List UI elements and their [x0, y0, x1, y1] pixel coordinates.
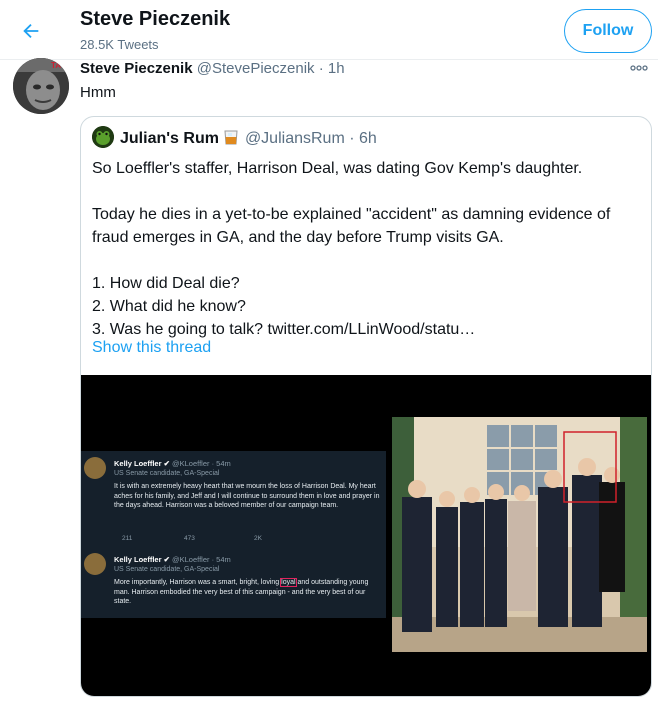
more-button[interactable] [628, 58, 650, 78]
embedded-avatar [84, 553, 106, 575]
tweet-header: Steve Pieczenik @StevePieczenik · 1h [80, 60, 345, 77]
avatar[interactable]: TA [13, 58, 69, 114]
reply-count: 211 [122, 535, 133, 542]
profile-header: Steve Pieczenik 28.5K Tweets Follow [0, 0, 658, 60]
verified-icon: ✔ [163, 555, 170, 564]
whisky-glass-icon [224, 130, 238, 145]
author-meta[interactable]: @StevePieczenik · 1h [197, 60, 345, 77]
embedded-avatar [84, 457, 106, 479]
embedded-tag: US Senate candidate, GA-Special [114, 470, 220, 477]
author-name[interactable]: Steve Pieczenik [80, 60, 193, 77]
quote-line: So Loeffler's staffer, Harrison Deal, wa… [92, 160, 583, 177]
embedded-handle: @KLoeffler · 54m [172, 555, 231, 564]
quote-author-name[interactable]: Julian's Rum [120, 130, 219, 147]
highlighted-word: loyal [280, 578, 297, 587]
quote-line: 1. How did Deal die? [92, 275, 240, 292]
embedded-text: More importantly, Harrison was a smart, … [114, 578, 382, 607]
embedded-author-name: Kelly Loeffler [114, 555, 162, 564]
embedded-tweets-screenshot: Kelly Loeffler ✔ @KLoeffler · 54m US Sen… [81, 451, 386, 618]
show-thread-link[interactable]: Show this thread [92, 339, 211, 357]
quote-header: Julian's Rum @JuliansRum · 6h [120, 129, 377, 148]
embedded-author: Kelly Loeffler ✔ @KLoeffler · 54m [114, 459, 231, 468]
embedded-tag: US Senate candidate, GA-Special [114, 566, 220, 573]
svg-text:TA: TA [51, 61, 61, 70]
like-count: 2K [254, 535, 262, 542]
quoted-tweet[interactable]: Julian's Rum @JuliansRum · 6h So Loeffle… [80, 116, 652, 697]
avatar-image: TA [13, 58, 69, 114]
quote-line: 3. Was he going to talk? twitter.com/LLi… [92, 321, 476, 338]
retweet-count: 473 [184, 535, 195, 542]
quote-media[interactable]: Kelly Loeffler ✔ @KLoeffler · 54m US Sen… [81, 375, 651, 696]
back-button[interactable] [12, 12, 50, 50]
frog-avatar-icon [92, 126, 114, 148]
quote-text: So Loeffler's staffer, Harrison Deal, wa… [92, 157, 644, 341]
page-title: Steve Pieczenik [80, 8, 231, 30]
quote-author-meta[interactable]: @JuliansRum · 6h [245, 130, 377, 147]
tweet-count: 28.5K Tweets [80, 37, 159, 52]
quote-line: 2. What did he know? [92, 298, 246, 315]
back-arrow-icon [23, 23, 39, 39]
embedded-text: It is with an extremely heavy heart that… [114, 483, 380, 509]
tweet-text: Hmm [80, 84, 116, 101]
embedded-author: Kelly Loeffler ✔ @KLoeffler · 54m [114, 555, 231, 564]
more-horizontal-icon [630, 65, 648, 71]
follow-button[interactable]: Follow [564, 9, 652, 53]
quote-avatar[interactable] [92, 126, 114, 148]
embedded-handle: @KLoeffler · 54m [172, 459, 231, 468]
group-photo [392, 417, 647, 652]
embedded-author-name: Kelly Loeffler [114, 459, 162, 468]
verified-icon: ✔ [163, 459, 170, 468]
quote-line: Today he dies in a yet-to-be explained "… [92, 206, 611, 246]
embedded-text-part: More importantly, Harrison was a smart, … [114, 579, 282, 586]
